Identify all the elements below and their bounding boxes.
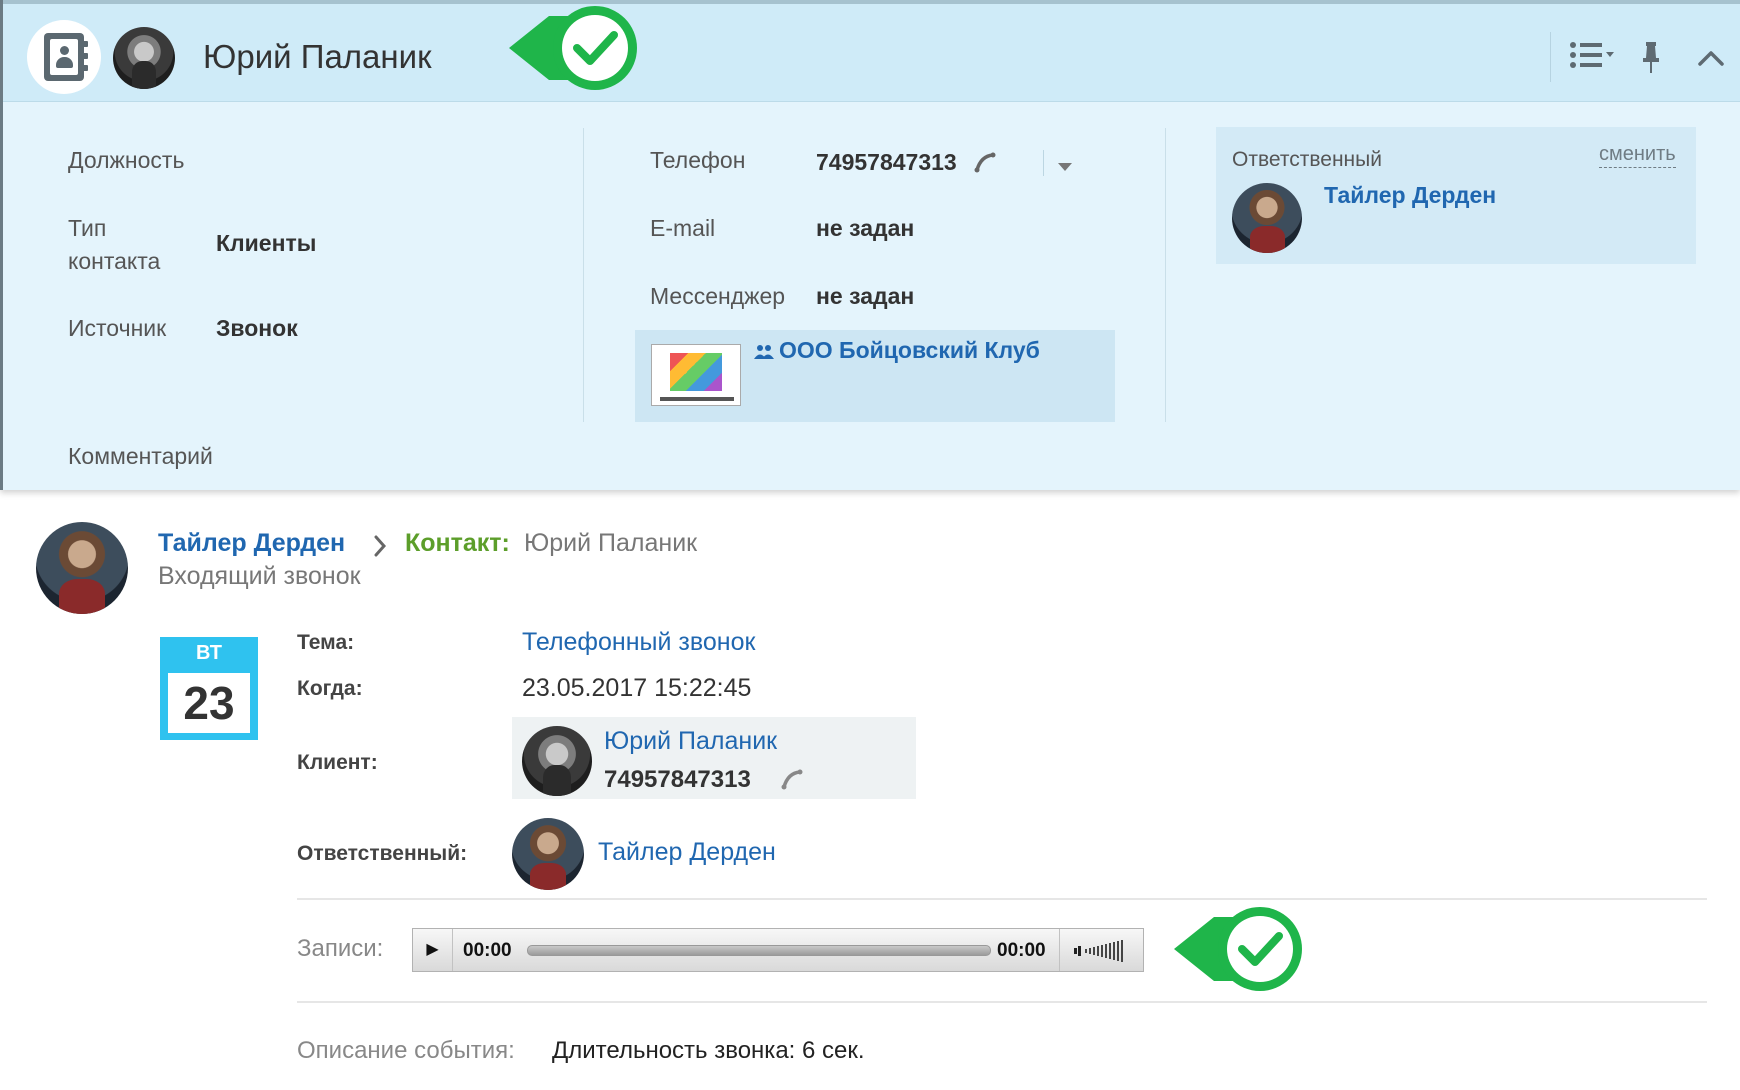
divider-bottom — [297, 1001, 1707, 1003]
phone-separator — [1043, 150, 1044, 176]
phone-value[interactable]: 74957847313 — [816, 146, 957, 179]
client-avatar[interactable] — [522, 726, 592, 796]
change-responsible-link[interactable]: сменить — [1599, 141, 1676, 168]
list-menu-icon[interactable] — [1569, 40, 1617, 77]
activity-type: Входящий звонок — [158, 562, 361, 590]
company-logo[interactable] — [651, 344, 741, 406]
responsible-avatar[interactable] — [1232, 183, 1302, 253]
card-header: Юрий Паланик — [3, 0, 1740, 102]
calendar-dow: ВТ — [196, 642, 222, 664]
phone-label: Телефон — [650, 147, 746, 173]
breadcrumb-contact-name[interactable]: Юрий Паланик — [524, 527, 697, 560]
phone-dropdown-icon[interactable] — [1057, 159, 1073, 177]
subject-link[interactable]: Телефонный звонок — [522, 626, 755, 659]
contact-book-icon — [27, 20, 101, 94]
collapse-chevron-icon[interactable] — [1697, 44, 1725, 75]
company-block: ООО Бойцовский Клуб — [635, 330, 1115, 422]
client-label: Клиент: — [297, 751, 378, 774]
client-phone[interactable]: 74957847313 — [604, 763, 751, 796]
check-badge-icon — [1168, 903, 1308, 995]
contact-card: Юрий Паланик Должность Тип контакта Клие… — [0, 0, 1740, 490]
column-divider-2 — [1165, 128, 1166, 422]
pin-icon[interactable] — [1641, 40, 1661, 81]
description-value: Длительность звонка: 6 сек. — [552, 1037, 865, 1064]
activity-responsible-label: Ответственный: — [297, 842, 468, 865]
messenger-label: Мессенджер — [650, 283, 786, 309]
calendar-day: 23 — [168, 673, 250, 733]
description-label: Описание события: — [297, 1037, 515, 1064]
source-label: Источник — [68, 315, 167, 341]
contact-type-label: Тип контакта — [68, 215, 161, 274]
contact-name-title[interactable]: Юрий Паланик — [203, 38, 432, 76]
contact-type-value: Клиенты — [216, 230, 317, 256]
position-label: Должность — [68, 147, 185, 173]
player-progress-track[interactable] — [527, 945, 991, 956]
breadcrumb-contact-label: Контакт: — [405, 529, 510, 557]
client-name-link[interactable]: Юрий Паланик — [604, 725, 777, 758]
player-current-time: 00:00 — [463, 940, 512, 961]
activity-author-link[interactable]: Тайлер Дерден — [158, 529, 345, 558]
player-total-time: 00:00 — [997, 940, 1046, 961]
when-value: 23.05.2017 15:22:45 — [522, 674, 752, 702]
when-label: Когда: — [297, 677, 363, 700]
company-link[interactable]: ООО Бойцовский Клуб — [779, 334, 1040, 367]
contact-avatar[interactable] — [113, 27, 175, 89]
records-label: Записи: — [297, 935, 384, 962]
check-badge-icon — [503, 2, 643, 94]
activity-author-avatar[interactable] — [36, 522, 128, 614]
source-value: Звонок — [216, 315, 298, 341]
phone-call-icon[interactable] — [973, 152, 997, 179]
header-toolbar — [1550, 32, 1740, 82]
company-group-icon — [753, 344, 775, 365]
play-icon[interactable]: ▶ — [413, 929, 453, 971]
email-value: не задан — [816, 215, 915, 241]
activity-responsible-link[interactable]: Тайлер Дерден — [598, 836, 776, 869]
audio-player: ▶ 00:00 00:00 — [412, 928, 1144, 972]
email-label: E-mail — [650, 215, 716, 241]
divider-top — [297, 898, 1707, 900]
breadcrumb-chevron-icon — [372, 534, 388, 563]
calendar-date-badge: ВТ 23 — [160, 637, 258, 740]
client-call-icon[interactable] — [780, 769, 804, 796]
column-divider — [583, 128, 584, 422]
messenger-value: не задан — [816, 283, 915, 309]
responsible-block: Ответственный сменить Тайлер Дерден — [1216, 127, 1696, 264]
activity-responsible-avatar[interactable] — [512, 818, 584, 890]
subject-label: Тема: — [297, 631, 355, 654]
responsible-label: Ответственный — [1232, 148, 1382, 171]
comment-label: Комментарий — [68, 443, 213, 469]
client-block: Юрий Паланик 74957847313 — [512, 717, 916, 799]
volume-icon[interactable] — [1059, 929, 1143, 971]
responsible-name-link[interactable]: Тайлер Дерден — [1324, 179, 1496, 212]
